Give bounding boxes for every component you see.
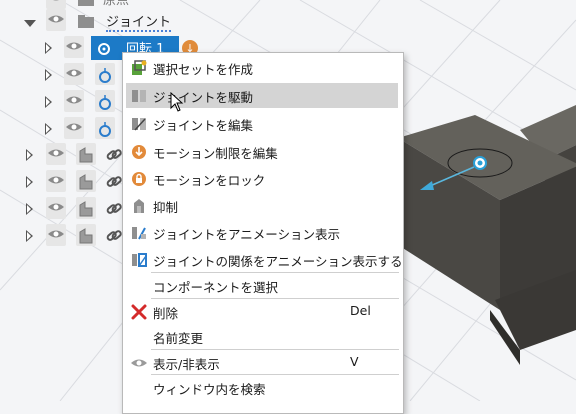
lock-icon [132,172,146,186]
link-icon [106,203,122,214]
eye-icon[interactable] [65,94,83,106]
context-menu: 選択セットを作成 ジョイントを駆動 ジョイントを編集 モーション制限を編集 モー… [122,52,404,414]
shortcut-delete: Del [350,303,371,318]
tree-label-joints: ジョイント [106,11,172,32]
menu-item-edit-motion-limits[interactable]: モーション制限を編集 [123,139,403,164]
eye-icon[interactable] [47,13,65,25]
eye-icon[interactable] [65,121,83,133]
eye-icon[interactable] [47,0,65,3]
motion-limit-icon [132,145,146,159]
revolute-joint-icon [98,43,110,55]
collapse-triangle-icon[interactable] [24,20,36,27]
revolute-joint-icon [99,122,111,137]
expand-triangle-icon[interactable] [26,176,33,188]
expand-triangle-icon[interactable] [45,123,52,135]
revolute-joint-icon [99,68,111,83]
eye-icon [131,359,147,367]
menu-item-rename[interactable]: 名前変更 [123,324,403,349]
animate-relationship-icon [132,253,147,267]
folder-icon [78,15,94,28]
component-icon [79,174,93,190]
eye-icon[interactable] [47,174,65,186]
expand-triangle-icon[interactable] [45,42,52,54]
menu-item-drive-joint[interactable]: ジョイントを駆動 [126,83,398,112]
mouse-cursor-icon [170,92,184,112]
delete-icon [131,304,147,320]
link-icon [106,149,122,160]
component-icon [79,147,93,163]
tree-label-origin: 原点 [103,0,130,8]
suppress-icon [134,199,144,213]
eye-icon[interactable] [47,228,65,240]
selection-set-icon [132,60,147,75]
menu-item-suppress[interactable]: 抑制 [123,193,403,218]
drive-joint-icon [132,90,146,102]
menu-item-animate-joint[interactable]: ジョイントをアニメーション表示 [123,220,403,245]
expand-triangle-icon[interactable] [45,69,52,81]
eye-icon[interactable] [47,147,65,159]
edit-joint-icon [132,118,146,131]
eye-icon[interactable] [47,201,65,213]
link-icon [106,176,122,187]
component-icon [79,228,93,244]
component-icon [79,201,93,217]
menu-item-show-hide[interactable]: 表示/非表示 V [123,350,403,375]
expand-triangle-icon[interactable] [26,230,33,242]
menu-item-lock-motion[interactable]: モーションをロック [123,166,403,191]
expand-triangle-icon[interactable] [26,149,33,161]
revolute-joint-icon [99,95,111,110]
eye-icon[interactable] [65,67,83,79]
menu-item-animate-relationships[interactable]: ジョイントの関係をアニメーション表示する [123,247,403,272]
expand-triangle-icon[interactable] [26,203,33,215]
menu-item-edit-joint[interactable]: ジョイントを編集 [123,111,403,136]
expand-triangle-icon[interactable] [45,96,52,108]
link-icon [106,230,122,241]
menu-item-delete[interactable]: 削除 Del [123,299,403,324]
menu-item-select-component[interactable]: コンポーネントを選択 [123,273,403,298]
animate-joint-icon [132,227,146,240]
shortcut-show-hide: V [350,354,359,369]
eye-icon[interactable] [65,40,83,52]
menu-item-find-in-window[interactable]: ウィンドウ内を検索 [123,375,403,400]
tree-row-joints[interactable]: ジョイント [0,8,200,35]
menu-item-create-selection-set[interactable]: 選択セットを作成 [123,55,403,80]
